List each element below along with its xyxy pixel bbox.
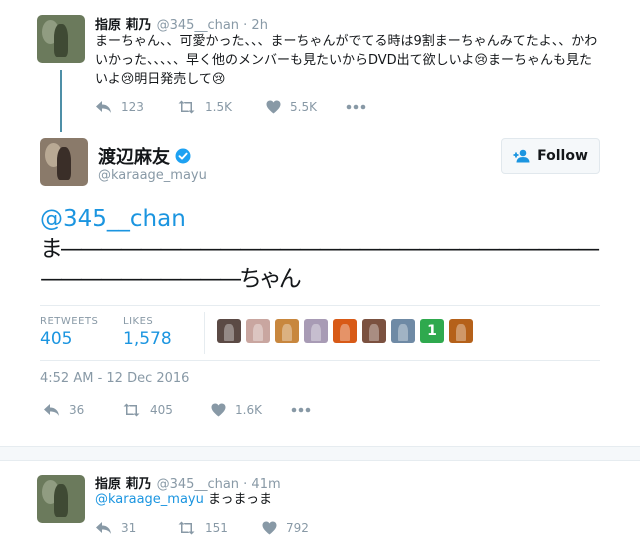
- verified-icon: [175, 148, 191, 164]
- tweet-text: @karaage_mayu まっまっま: [95, 490, 272, 509]
- liker-avatar[interactable]: [217, 319, 241, 343]
- liker-avatar[interactable]: [333, 319, 357, 343]
- tweet-text: まーちゃん、、可愛かった、、、まーちゃんがでてる時は9割まーちゃんみてたよ、、か…: [95, 32, 597, 89]
- display-name[interactable]: 指原 莉乃: [95, 18, 152, 33]
- mention-link[interactable]: @345__chan: [40, 204, 597, 234]
- retweet-button[interactable]: 405: [122, 403, 211, 417]
- follow-label: Follow: [537, 148, 588, 164]
- mention-link[interactable]: @karaage_mayu: [95, 492, 204, 507]
- handle-and-time[interactable]: @345__chan · 2h: [157, 18, 268, 33]
- retweets-label: RETWEETS: [40, 316, 99, 327]
- more-icon: [346, 104, 366, 110]
- likes-count[interactable]: 1,578: [123, 329, 172, 349]
- tweet-text-line: いよ😢明日発売して😢: [95, 72, 226, 87]
- retweet-count: 405: [150, 403, 173, 417]
- section-gap: [0, 447, 640, 460]
- main-tweet-text: @345__chan ま——————————————————————————— …: [40, 204, 600, 294]
- tweet-text-line: ま———————————————————————————: [40, 236, 600, 262]
- reply-button[interactable]: 123: [95, 100, 177, 114]
- timestamp[interactable]: 4:52 AM - 12 Dec 2016: [40, 371, 189, 386]
- stats-separator: [204, 312, 205, 354]
- reply-icon: [96, 101, 111, 113]
- reply-icon: [44, 404, 59, 416]
- tweet-text-line: まーちゃん、、可愛かった、、、まーちゃんがでてる時は9割まーちゃんみてたよ、、か…: [95, 34, 598, 49]
- like-count: 1.6K: [235, 403, 262, 417]
- liker-avatar[interactable]: [362, 319, 386, 343]
- retweet-button[interactable]: 151: [177, 521, 262, 535]
- heart-icon: [266, 100, 281, 114]
- thread-connector: [60, 70, 62, 132]
- tweet-text-line: いかった、、、、、早く他のメンバーも見たいからDVD出て欲しいよ😢まーちゃんも見…: [95, 53, 592, 68]
- retweet-count: 151: [205, 521, 228, 535]
- like-button[interactable]: 5.5K: [266, 100, 346, 114]
- reply-button[interactable]: 36: [43, 403, 122, 417]
- more-icon: [291, 407, 311, 413]
- liker-avatar[interactable]: [246, 319, 270, 343]
- tweet-text-line: ——————————ちゃん: [40, 266, 302, 292]
- reply-count: 123: [121, 100, 144, 114]
- divider: [40, 305, 600, 306]
- like-button[interactable]: 1.6K: [211, 403, 291, 417]
- like-count: 792: [286, 521, 309, 535]
- reply-count: 36: [69, 403, 85, 417]
- display-name[interactable]: 渡辺麻友: [98, 143, 170, 169]
- reply-count: 31: [121, 521, 137, 535]
- section-divider: [0, 460, 640, 461]
- divider: [40, 360, 600, 361]
- liker-avatar[interactable]: [304, 319, 328, 343]
- handle[interactable]: @karaage_mayu: [98, 168, 207, 183]
- heart-icon: [211, 403, 226, 417]
- liker-badge: 1: [427, 323, 437, 339]
- like-button[interactable]: 792: [262, 521, 342, 535]
- avatar[interactable]: [40, 138, 88, 186]
- tweet-header: 指原 莉乃 @345__chan · 2h: [95, 14, 268, 33]
- more-button[interactable]: [291, 407, 311, 413]
- liker-avatar[interactable]: [449, 319, 473, 343]
- avatar[interactable]: [37, 475, 85, 523]
- add-user-icon: [513, 149, 530, 163]
- liker-avatar[interactable]: [275, 319, 299, 343]
- tweet-actions: 36 405 1.6K: [43, 403, 311, 417]
- retweet-icon: [123, 403, 140, 417]
- tweet-text-body: まっまっま: [203, 492, 272, 507]
- follow-button[interactable]: Follow: [501, 138, 600, 174]
- retweet-count: 1.5K: [205, 100, 232, 114]
- likes-label: LIKES: [123, 316, 154, 327]
- retweet-icon: [178, 521, 195, 535]
- reply-icon: [96, 522, 111, 534]
- retweet-button[interactable]: 1.5K: [177, 100, 266, 114]
- liker-avatar[interactable]: 1: [420, 319, 444, 343]
- retweets-count[interactable]: 405: [40, 329, 72, 349]
- tweet-actions: 123 1.5K 5.5K: [95, 100, 366, 114]
- liker-avatar[interactable]: [391, 319, 415, 343]
- more-button[interactable]: [346, 104, 366, 110]
- avatar[interactable]: [37, 15, 85, 63]
- reply-button[interactable]: 31: [95, 521, 177, 535]
- main-tweet-header: 渡辺麻友: [98, 143, 191, 169]
- retweet-icon: [178, 100, 195, 114]
- tweet-actions: 31 151 792: [95, 521, 342, 535]
- like-count: 5.5K: [290, 100, 317, 114]
- heart-icon: [262, 521, 277, 535]
